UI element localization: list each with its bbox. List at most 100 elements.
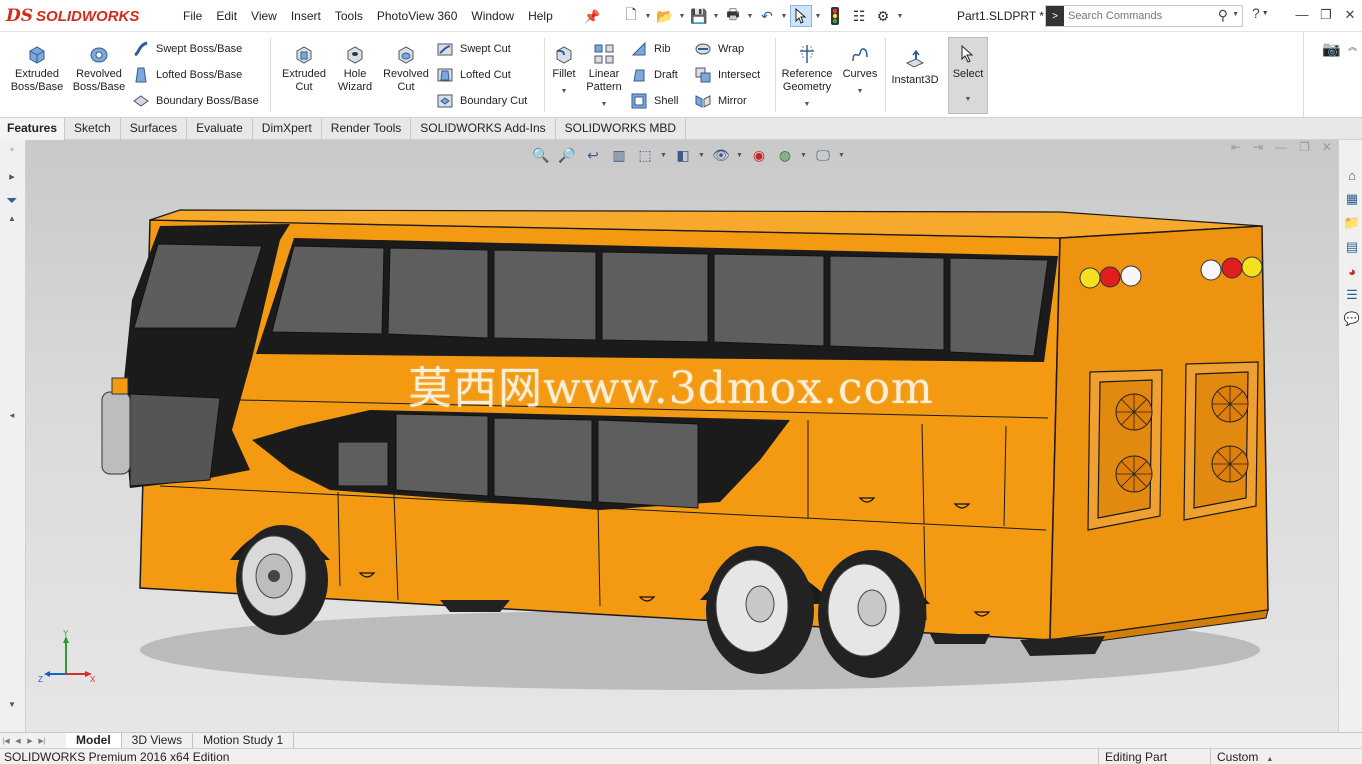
search-input[interactable] [1064,10,1204,22]
lofted-cut-button[interactable]: Lofted Cut [436,66,511,84]
rebuild-traffic-light-icon[interactable] [824,5,846,27]
bus-3d-model[interactable] [26,140,1338,732]
reference-geometry-button[interactable]: Reference Geometry ▼ [778,42,836,111]
unit-system-selector[interactable]: Custom ▲ [1210,749,1279,764]
intersect-button[interactable]: Intersect [694,66,760,84]
apply-scene-icon[interactable]: ◍ [774,144,796,166]
open-folder-icon[interactable]: 📂 [654,5,676,27]
appearances-icon[interactable]: ◕ [1343,262,1361,280]
reference-triad[interactable]: Y X Z [36,630,96,690]
tab-evaluate[interactable]: Evaluate [187,118,253,140]
last-tab-icon[interactable]: ▶| [36,737,48,745]
menu-photoview[interactable]: PhotoView 360 [370,9,465,23]
tab-addins[interactable]: SOLIDWORKS Add-Ins [411,118,556,140]
panel-pin-icon[interactable]: ◦ [2,144,22,156]
select-button[interactable]: Select ▼ [948,37,988,114]
previous-view-icon[interactable]: ↩ [582,144,604,166]
view-settings-dropdown-icon[interactable]: ▼ [838,152,846,159]
tab-dimxpert[interactable]: DimXpert [253,118,322,140]
view-orientation-dropdown-icon[interactable]: ▼ [660,152,668,159]
undo-dropdown-icon[interactable]: ▼ [780,13,788,20]
menu-insert[interactable]: Insert [284,9,328,23]
curves-button[interactable]: Curves ▼ [838,42,882,98]
display-style-dropdown-icon[interactable]: ▼ [698,152,706,159]
help-icon[interactable]: ? [1252,5,1260,21]
draft-button[interactable]: Draft [630,66,678,84]
new-dropdown-icon[interactable]: ▼ [644,13,652,20]
edit-appearance-icon[interactable]: ◉ [748,144,770,166]
options-dropdown-icon[interactable]: ▼ [896,13,904,20]
view-palette-icon[interactable]: ▤ [1343,238,1361,256]
display-style-icon[interactable]: ◧ [672,144,694,166]
help-dropdown-icon[interactable]: ▼ [1262,10,1269,17]
viewport-restore-icon[interactable]: ❐ [1299,140,1310,154]
section-view-icon[interactable]: ▥ [608,144,630,166]
menu-edit[interactable]: Edit [209,9,244,23]
viewport-close-icon[interactable]: ✕ [1322,140,1332,154]
scroll-up-icon[interactable]: ▲ [2,214,22,223]
viewport-next-icon[interactable]: ⇥ [1253,140,1263,154]
boundary-cut-button[interactable]: Boundary Cut [436,92,527,110]
scroll-down-icon[interactable]: ▼ [2,700,22,709]
lofted-boss-button[interactable]: Lofted Boss/Base [132,66,242,84]
menu-help[interactable]: Help [521,9,560,23]
search-icon[interactable]: ⚲ [1218,7,1228,24]
file-explorer-icon[interactable]: 📁 [1343,214,1361,232]
options-gear-icon[interactable]: ⚙ [872,5,894,27]
search-dropdown-icon[interactable]: ▼ [1232,11,1239,18]
new-document-icon[interactable]: 🗋 [620,5,642,27]
design-library-icon[interactable]: ▦ [1343,190,1361,208]
revolved-boss-button[interactable]: Revolved Boss/Base [70,42,128,94]
viewport-prev-icon[interactable]: ⇤ [1231,140,1241,154]
tab-features[interactable]: Features [0,118,66,140]
revolved-cut-button[interactable]: Revolved Cut [380,42,432,94]
print-dropdown-icon[interactable]: ▼ [746,13,754,20]
view-settings-icon[interactable]: 🖵 [812,144,834,166]
close-icon[interactable]: ✕ [1338,2,1362,28]
fillet-button[interactable]: Fillet ▼ [548,42,580,98]
zoom-to-area-icon[interactable]: 🔎 [556,144,578,166]
file-properties-icon[interactable]: ☷ [848,5,870,27]
expand-panel-icon[interactable]: ▸ [2,170,22,183]
home-icon[interactable]: ⌂ [1343,166,1361,184]
menu-tools[interactable]: Tools [328,9,370,23]
hide-show-items-icon[interactable]: 👁 [710,144,732,166]
viewport-minimize-icon[interactable]: — [1275,140,1287,154]
rib-button[interactable]: Rib [630,40,671,58]
tab-mbd[interactable]: SOLIDWORKS MBD [556,118,687,140]
boundary-boss-button[interactable]: Boundary Boss/Base [132,92,259,110]
menu-view[interactable]: View [244,9,284,23]
tab-model[interactable]: Model [66,732,122,749]
extruded-boss-button[interactable]: Extruded Boss/Base [8,42,66,94]
shell-button[interactable]: Shell [630,92,678,110]
graphics-area[interactable]: 莫西网www.3dmox.com 🔍 🔎 ↩ ▥ ⬚ ▼ ◧ ▼ 👁 ▼ ◉ ◍ ▼ 🖵… [26,140,1338,732]
filter-icon[interactable]: ⏷ [2,192,22,209]
instant3d-button[interactable]: Instant3D [888,48,942,87]
select-dropdown-icon[interactable]: ▼ [965,93,972,106]
print-icon[interactable]: 🖶 [722,5,744,27]
curves-dropdown-icon[interactable]: ▼ [857,85,864,98]
fillet-dropdown-icon[interactable]: ▼ [561,85,568,98]
tab-motion-study[interactable]: Motion Study 1 [193,732,295,749]
splitter-handle-icon[interactable]: ◂ [2,410,22,421]
menu-window[interactable]: Window [464,9,521,23]
wrap-button[interactable]: Wrap [694,40,744,58]
tab-surfaces[interactable]: Surfaces [121,118,188,140]
select-arrow-icon[interactable] [790,5,812,27]
undo-icon[interactable]: ↶ [756,5,778,27]
save-dropdown-icon[interactable]: ▼ [712,13,720,20]
prev-tab-icon[interactable]: ◀ [12,737,24,745]
pin-icon[interactable]: 📌 [584,9,600,25]
camera-icon[interactable]: 📷 [1322,40,1341,58]
reference-geometry-dropdown-icon[interactable]: ▼ [804,98,811,111]
tab-sketch[interactable]: Sketch [65,118,121,140]
next-tab-icon[interactable]: ▶ [24,737,36,745]
solidworks-logo[interactable]: DS SOLIDWORKS [6,3,139,29]
save-icon[interactable]: 💾 [688,5,710,27]
swept-cut-button[interactable]: Swept Cut [436,40,511,58]
swept-boss-button[interactable]: Swept Boss/Base [132,40,242,58]
select-dropdown-icon[interactable]: ▼ [814,13,822,20]
restore-icon[interactable]: ❐ [1314,2,1338,28]
view-orientation-icon[interactable]: ⬚ [634,144,656,166]
zoom-to-fit-icon[interactable]: 🔍 [530,144,552,166]
